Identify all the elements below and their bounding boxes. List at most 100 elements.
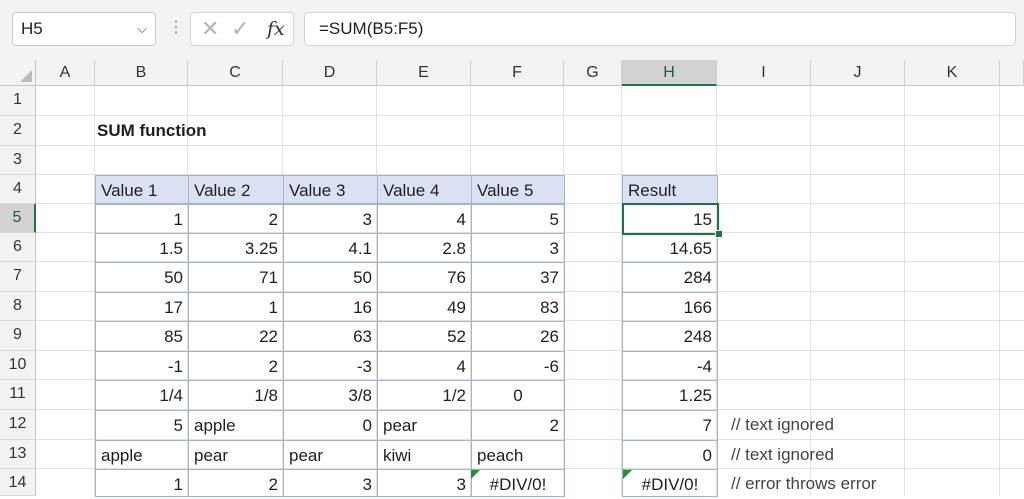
result-cell[interactable]: 166 [622, 292, 718, 322]
table-cell[interactable]: apple [188, 410, 284, 441]
row-header-8[interactable]: 8 [0, 292, 36, 321]
select-all-button[interactable] [0, 60, 36, 86]
result-header[interactable]: Result [622, 175, 718, 204]
row-header-10[interactable]: 10 [0, 351, 36, 380]
table-cell[interactable]: 26 [471, 321, 565, 352]
table-cell[interactable]: 17 [95, 292, 189, 322]
chevron-down-icon[interactable]: ⌵ [137, 13, 147, 45]
column-header-f[interactable]: F [471, 60, 564, 86]
column-header-i[interactable]: I [717, 60, 811, 86]
table-cell[interactable]: 0 [471, 380, 565, 411]
check-icon[interactable]: ✓ [231, 13, 249, 45]
result-cell[interactable]: #DIV/0! [622, 469, 718, 497]
column-header-k[interactable]: K [905, 60, 1000, 86]
column-header-a[interactable]: A [36, 60, 95, 86]
table-cell[interactable]: 22 [188, 321, 284, 352]
result-cell[interactable]: 0 [622, 440, 718, 470]
table-cell[interactable]: 1 [95, 469, 189, 497]
table-cell[interactable]: 2 [188, 204, 284, 234]
table-cell[interactable]: 85 [95, 321, 189, 352]
table-cell[interactable]: 2 [188, 351, 284, 381]
row-header-14[interactable]: 14 [0, 469, 36, 496]
table-cell[interactable]: -3 [283, 351, 378, 381]
table-cell[interactable]: 1/8 [188, 380, 284, 411]
table-cell[interactable]: pear [188, 440, 284, 470]
result-cell[interactable]: 248 [622, 321, 718, 352]
error-indicator-icon[interactable] [471, 470, 480, 479]
row-header-1[interactable]: 1 [0, 86, 36, 116]
table-cell[interactable]: 1/4 [95, 380, 189, 411]
row-header-5[interactable]: 5 [0, 204, 36, 233]
table-header-cell[interactable]: Value 2 [188, 175, 284, 204]
table-header-cell[interactable]: Value 4 [377, 175, 472, 204]
table-header-cell[interactable]: Value 5 [471, 175, 565, 204]
table-cell[interactable]: 4 [377, 351, 472, 381]
column-header-h[interactable]: H [622, 60, 717, 86]
table-cell[interactable]: 3/8 [283, 380, 378, 411]
column-header-b[interactable]: B [95, 60, 188, 86]
table-cell[interactable]: 71 [188, 262, 284, 293]
table-cell[interactable]: 3 [377, 469, 472, 497]
table-cell[interactable]: peach [471, 440, 565, 470]
table-cell[interactable]: 50 [95, 262, 189, 293]
table-cell[interactable]: 16 [283, 292, 378, 322]
row-header-6[interactable]: 6 [0, 233, 36, 262]
formula-input[interactable]: =SUM(B5:F5) [304, 12, 1016, 46]
table-cell[interactable]: 83 [471, 292, 565, 322]
table-cell[interactable]: 5 [471, 204, 565, 234]
row-header-3[interactable]: 3 [0, 146, 36, 175]
fill-handle[interactable] [715, 230, 723, 238]
table-cell[interactable]: 2 [188, 469, 284, 497]
table-cell[interactable]: 1.5 [95, 233, 189, 263]
table-cell[interactable]: 49 [377, 292, 472, 322]
table-cell[interactable]: 2.8 [377, 233, 472, 263]
result-cell[interactable]: 284 [622, 262, 718, 293]
table-cell[interactable]: 37 [471, 262, 565, 293]
row-header-11[interactable]: 11 [0, 380, 36, 410]
table-cell[interactable]: 3 [471, 233, 565, 263]
table-cell[interactable]: apple [95, 440, 189, 470]
row-header-12[interactable]: 12 [0, 410, 36, 440]
row-header-4[interactable]: 4 [0, 175, 36, 204]
column-header-d[interactable]: D [283, 60, 377, 86]
table-cell[interactable]: 3.25 [188, 233, 284, 263]
row-header-13[interactable]: 13 [0, 440, 36, 469]
table-cell[interactable]: 52 [377, 321, 472, 352]
result-cell[interactable]: 14.65 [622, 233, 718, 263]
insert-function-button[interactable]: fx [267, 13, 285, 45]
comment-row14[interactable]: // error throws error [731, 469, 876, 498]
column-header-e[interactable]: E [377, 60, 471, 86]
table-cell[interactable]: 50 [283, 262, 378, 293]
comment-row12[interactable]: // text ignored [731, 410, 834, 439]
table-cell[interactable]: 1/2 [377, 380, 472, 411]
table-cell[interactable]: pear [377, 410, 472, 441]
table-cell[interactable]: 4.1 [283, 233, 378, 263]
sheet-title[interactable]: SUM function [92, 116, 212, 145]
table-header-cell[interactable]: Value 3 [283, 175, 378, 204]
table-cell[interactable]: kiwi [377, 440, 472, 470]
table-cell[interactable]: -6 [471, 351, 565, 381]
table-cell[interactable]: 5 [95, 410, 189, 441]
result-cell[interactable]: -4 [622, 351, 718, 381]
table-header-cell[interactable]: Value 1 [95, 175, 189, 204]
table-cell[interactable]: 0 [283, 410, 378, 441]
name-box[interactable]: H5 ⌵ [12, 12, 156, 46]
error-indicator-icon[interactable] [623, 470, 632, 479]
table-cell[interactable]: 1 [188, 292, 284, 322]
row-header-9[interactable]: 9 [0, 321, 36, 351]
table-cell[interactable]: 1 [95, 204, 189, 234]
column-header-j[interactable]: J [811, 60, 905, 86]
comment-row13[interactable]: // text ignored [731, 440, 834, 469]
row-header-2[interactable]: 2 [0, 116, 36, 146]
table-cell[interactable]: 3 [283, 469, 378, 497]
cross-icon[interactable]: ✕ [201, 13, 219, 45]
table-cell[interactable]: 2 [471, 410, 565, 441]
table-cell[interactable]: 4 [377, 204, 472, 234]
result-cell[interactable]: 7 [622, 410, 718, 441]
table-cell[interactable]: pear [283, 440, 378, 470]
result-cell[interactable]: 1.25 [622, 380, 718, 411]
column-header-g[interactable]: G [564, 60, 622, 86]
table-cell[interactable]: 63 [283, 321, 378, 352]
column-header-c[interactable]: C [188, 60, 283, 86]
row-header-7[interactable]: 7 [0, 262, 36, 292]
